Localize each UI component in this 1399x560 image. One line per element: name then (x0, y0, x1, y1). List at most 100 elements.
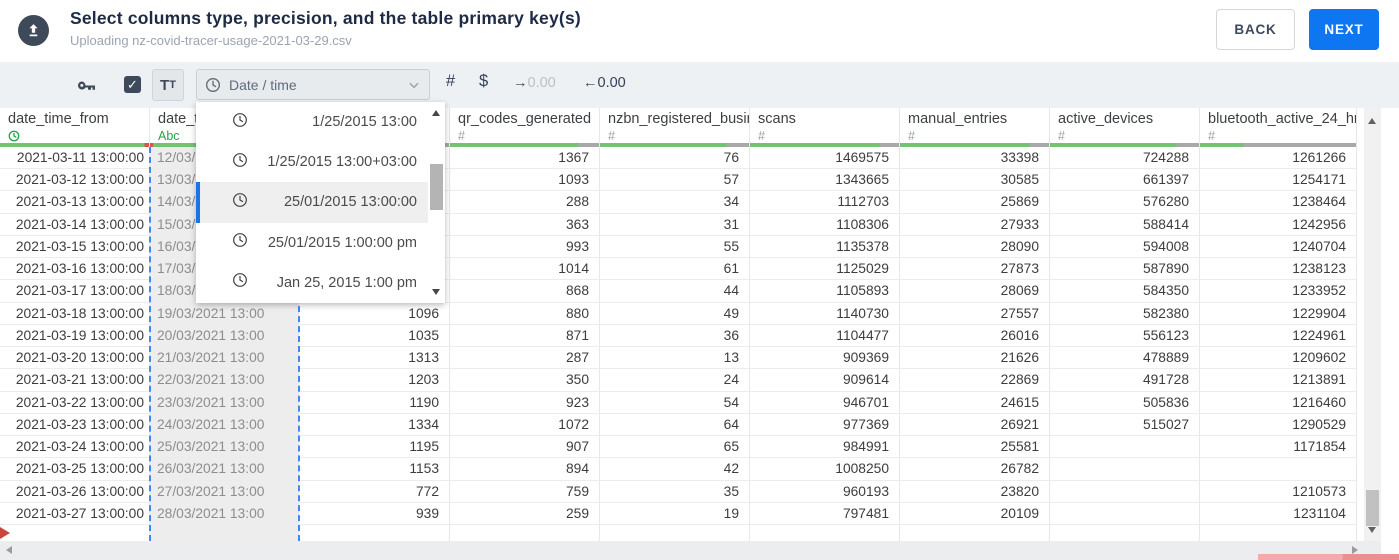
table-cell[interactable]: 1072 (450, 413, 600, 436)
table-cell[interactable]: 259 (450, 502, 600, 524)
datetime-type-select[interactable]: Date / time (196, 69, 430, 100)
table-cell[interactable]: 64 (600, 413, 750, 436)
table-cell[interactable]: 13 (600, 347, 750, 369)
table-cell[interactable]: 1093 (450, 169, 600, 191)
table-cell[interactable]: 54 (600, 391, 750, 413)
table-cell[interactable]: 1254171 (1200, 169, 1357, 191)
table-cell[interactable]: 35 (600, 480, 750, 502)
table-cell[interactable] (1200, 524, 1357, 541)
dropdown-scrollbar[interactable] (428, 102, 445, 303)
table-cell[interactable]: 25/03/2021 13:00 (150, 436, 299, 458)
table-cell[interactable] (0, 524, 150, 541)
table-cell[interactable]: 907 (450, 436, 600, 458)
table-cell[interactable]: 26782 (900, 458, 1050, 480)
table-cell[interactable]: 27933 (900, 213, 1050, 235)
table-cell[interactable]: 977369 (750, 413, 900, 436)
table-cell[interactable] (750, 524, 900, 541)
table-cell[interactable]: 584350 (1050, 280, 1200, 302)
table-cell[interactable]: 1313 (299, 347, 450, 369)
table-cell[interactable]: 27873 (900, 258, 1050, 280)
table-cell[interactable]: 1334 (299, 413, 450, 436)
column-header-qr_codes_generated[interactable]: qr_codes_generated # (450, 108, 600, 147)
horizontal-scrollbar-highlight[interactable] (1258, 554, 1399, 560)
table-cell[interactable]: 2021-03-23 13:00:00 (0, 413, 150, 436)
table-cell[interactable]: 363 (450, 213, 600, 235)
table-cell[interactable]: 28069 (900, 280, 1050, 302)
table-cell[interactable]: 984991 (750, 436, 900, 458)
table-cell[interactable]: 1203 (299, 369, 450, 391)
datetime-format-option[interactable]: 1/25/2015 13:00 (196, 102, 445, 142)
table-cell[interactable]: 55 (600, 235, 750, 258)
table-cell[interactable]: 894 (450, 458, 600, 480)
table-cell[interactable]: 1238123 (1200, 258, 1357, 280)
table-cell[interactable]: 1343665 (750, 169, 900, 191)
table-cell[interactable]: 1213891 (1200, 369, 1357, 391)
table-cell[interactable]: 505836 (1050, 391, 1200, 413)
table-cell[interactable]: 26016 (900, 324, 1050, 347)
table-cell[interactable]: 24615 (900, 391, 1050, 413)
column-header-active_devices[interactable]: active_devices # (1050, 108, 1200, 147)
table-cell[interactable]: 576280 (1050, 191, 1200, 213)
table-cell[interactable]: 1171854 (1200, 436, 1357, 458)
primary-key-icon[interactable] (74, 73, 100, 97)
table-cell[interactable]: 36 (600, 324, 750, 347)
table-cell[interactable] (1050, 480, 1200, 502)
table-cell[interactable]: 27557 (900, 302, 1050, 324)
table-cell[interactable]: 21626 (900, 347, 1050, 369)
table-cell[interactable]: 19 (600, 502, 750, 524)
table-cell[interactable]: 1104477 (750, 324, 900, 347)
datetime-format-option[interactable]: Jan 25, 2015 1:00 pm (196, 263, 445, 303)
table-cell[interactable]: 594008 (1050, 235, 1200, 258)
table-cell[interactable] (450, 524, 600, 541)
horizontal-scrollbar[interactable] (0, 541, 1381, 560)
dropdown-scrollbar-thumb[interactable] (430, 164, 443, 210)
table-cell[interactable]: 909369 (750, 347, 900, 369)
table-cell[interactable]: 1224961 (1200, 324, 1357, 347)
table-cell[interactable]: 57 (600, 169, 750, 191)
table-cell[interactable]: 923 (450, 391, 600, 413)
table-cell[interactable]: 288 (450, 191, 600, 213)
scroll-up-arrow-icon[interactable] (429, 106, 443, 120)
table-cell[interactable]: 22/03/2021 13:00 (150, 369, 299, 391)
table-cell[interactable]: 23820 (900, 480, 1050, 502)
currency-type-button[interactable]: $ (479, 72, 488, 91)
table-cell[interactable]: 1242956 (1200, 213, 1357, 235)
table-cell[interactable]: 2021-03-26 13:00:00 (0, 480, 150, 502)
table-cell[interactable]: 2021-03-25 13:00:00 (0, 458, 150, 480)
table-cell[interactable]: 724288 (1050, 147, 1200, 169)
table-cell[interactable]: 1231104 (1200, 502, 1357, 524)
datetime-format-option[interactable]: 25/01/2015 1:00:00 pm (196, 223, 445, 263)
table-cell[interactable]: 33398 (900, 147, 1050, 169)
scroll-up-arrow-icon[interactable] (1365, 114, 1379, 128)
column-header-manual_entries[interactable]: manual_entries # (900, 108, 1050, 147)
column-header-nzbn_registered_busine[interactable]: nzbn_registered_busine # (600, 108, 750, 147)
table-cell[interactable]: 582380 (1050, 302, 1200, 324)
table-cell[interactable]: 34 (600, 191, 750, 213)
vertical-scrollbar-thumb[interactable] (1366, 490, 1379, 526)
increase-decimal-button[interactable]: →0.00 (513, 75, 556, 91)
table-cell[interactable]: 2021-03-24 13:00:00 (0, 436, 150, 458)
table-cell[interactable]: 515027 (1050, 413, 1200, 436)
table-cell[interactable]: 491728 (1050, 369, 1200, 391)
table-cell[interactable]: 1140730 (750, 302, 900, 324)
column-header-date_time_from[interactable]: date_time_from (0, 108, 150, 147)
table-cell[interactable]: 1112703 (750, 191, 900, 213)
table-cell[interactable]: 759 (450, 480, 600, 502)
table-cell[interactable] (150, 524, 299, 541)
back-button[interactable]: BACK (1216, 9, 1295, 50)
table-cell[interactable]: 65 (600, 436, 750, 458)
text-type-button[interactable]: TT (152, 69, 184, 101)
table-cell[interactable]: 1096 (299, 302, 450, 324)
table-cell[interactable] (1050, 458, 1200, 480)
table-cell[interactable]: 26921 (900, 413, 1050, 436)
table-cell[interactable]: 1035 (299, 324, 450, 347)
table-cell[interactable]: 946701 (750, 391, 900, 413)
table-cell[interactable]: 2021-03-27 13:00:00 (0, 502, 150, 524)
table-cell[interactable]: 2021-03-13 13:00:00 (0, 191, 150, 213)
table-cell[interactable]: 939 (299, 502, 450, 524)
table-cell[interactable]: 2021-03-16 13:00:00 (0, 258, 150, 280)
table-cell[interactable]: 1105893 (750, 280, 900, 302)
table-cell[interactable] (1050, 524, 1200, 541)
boolean-checkbox-icon[interactable]: ✓ (124, 76, 141, 93)
table-cell[interactable]: 30585 (900, 169, 1050, 191)
